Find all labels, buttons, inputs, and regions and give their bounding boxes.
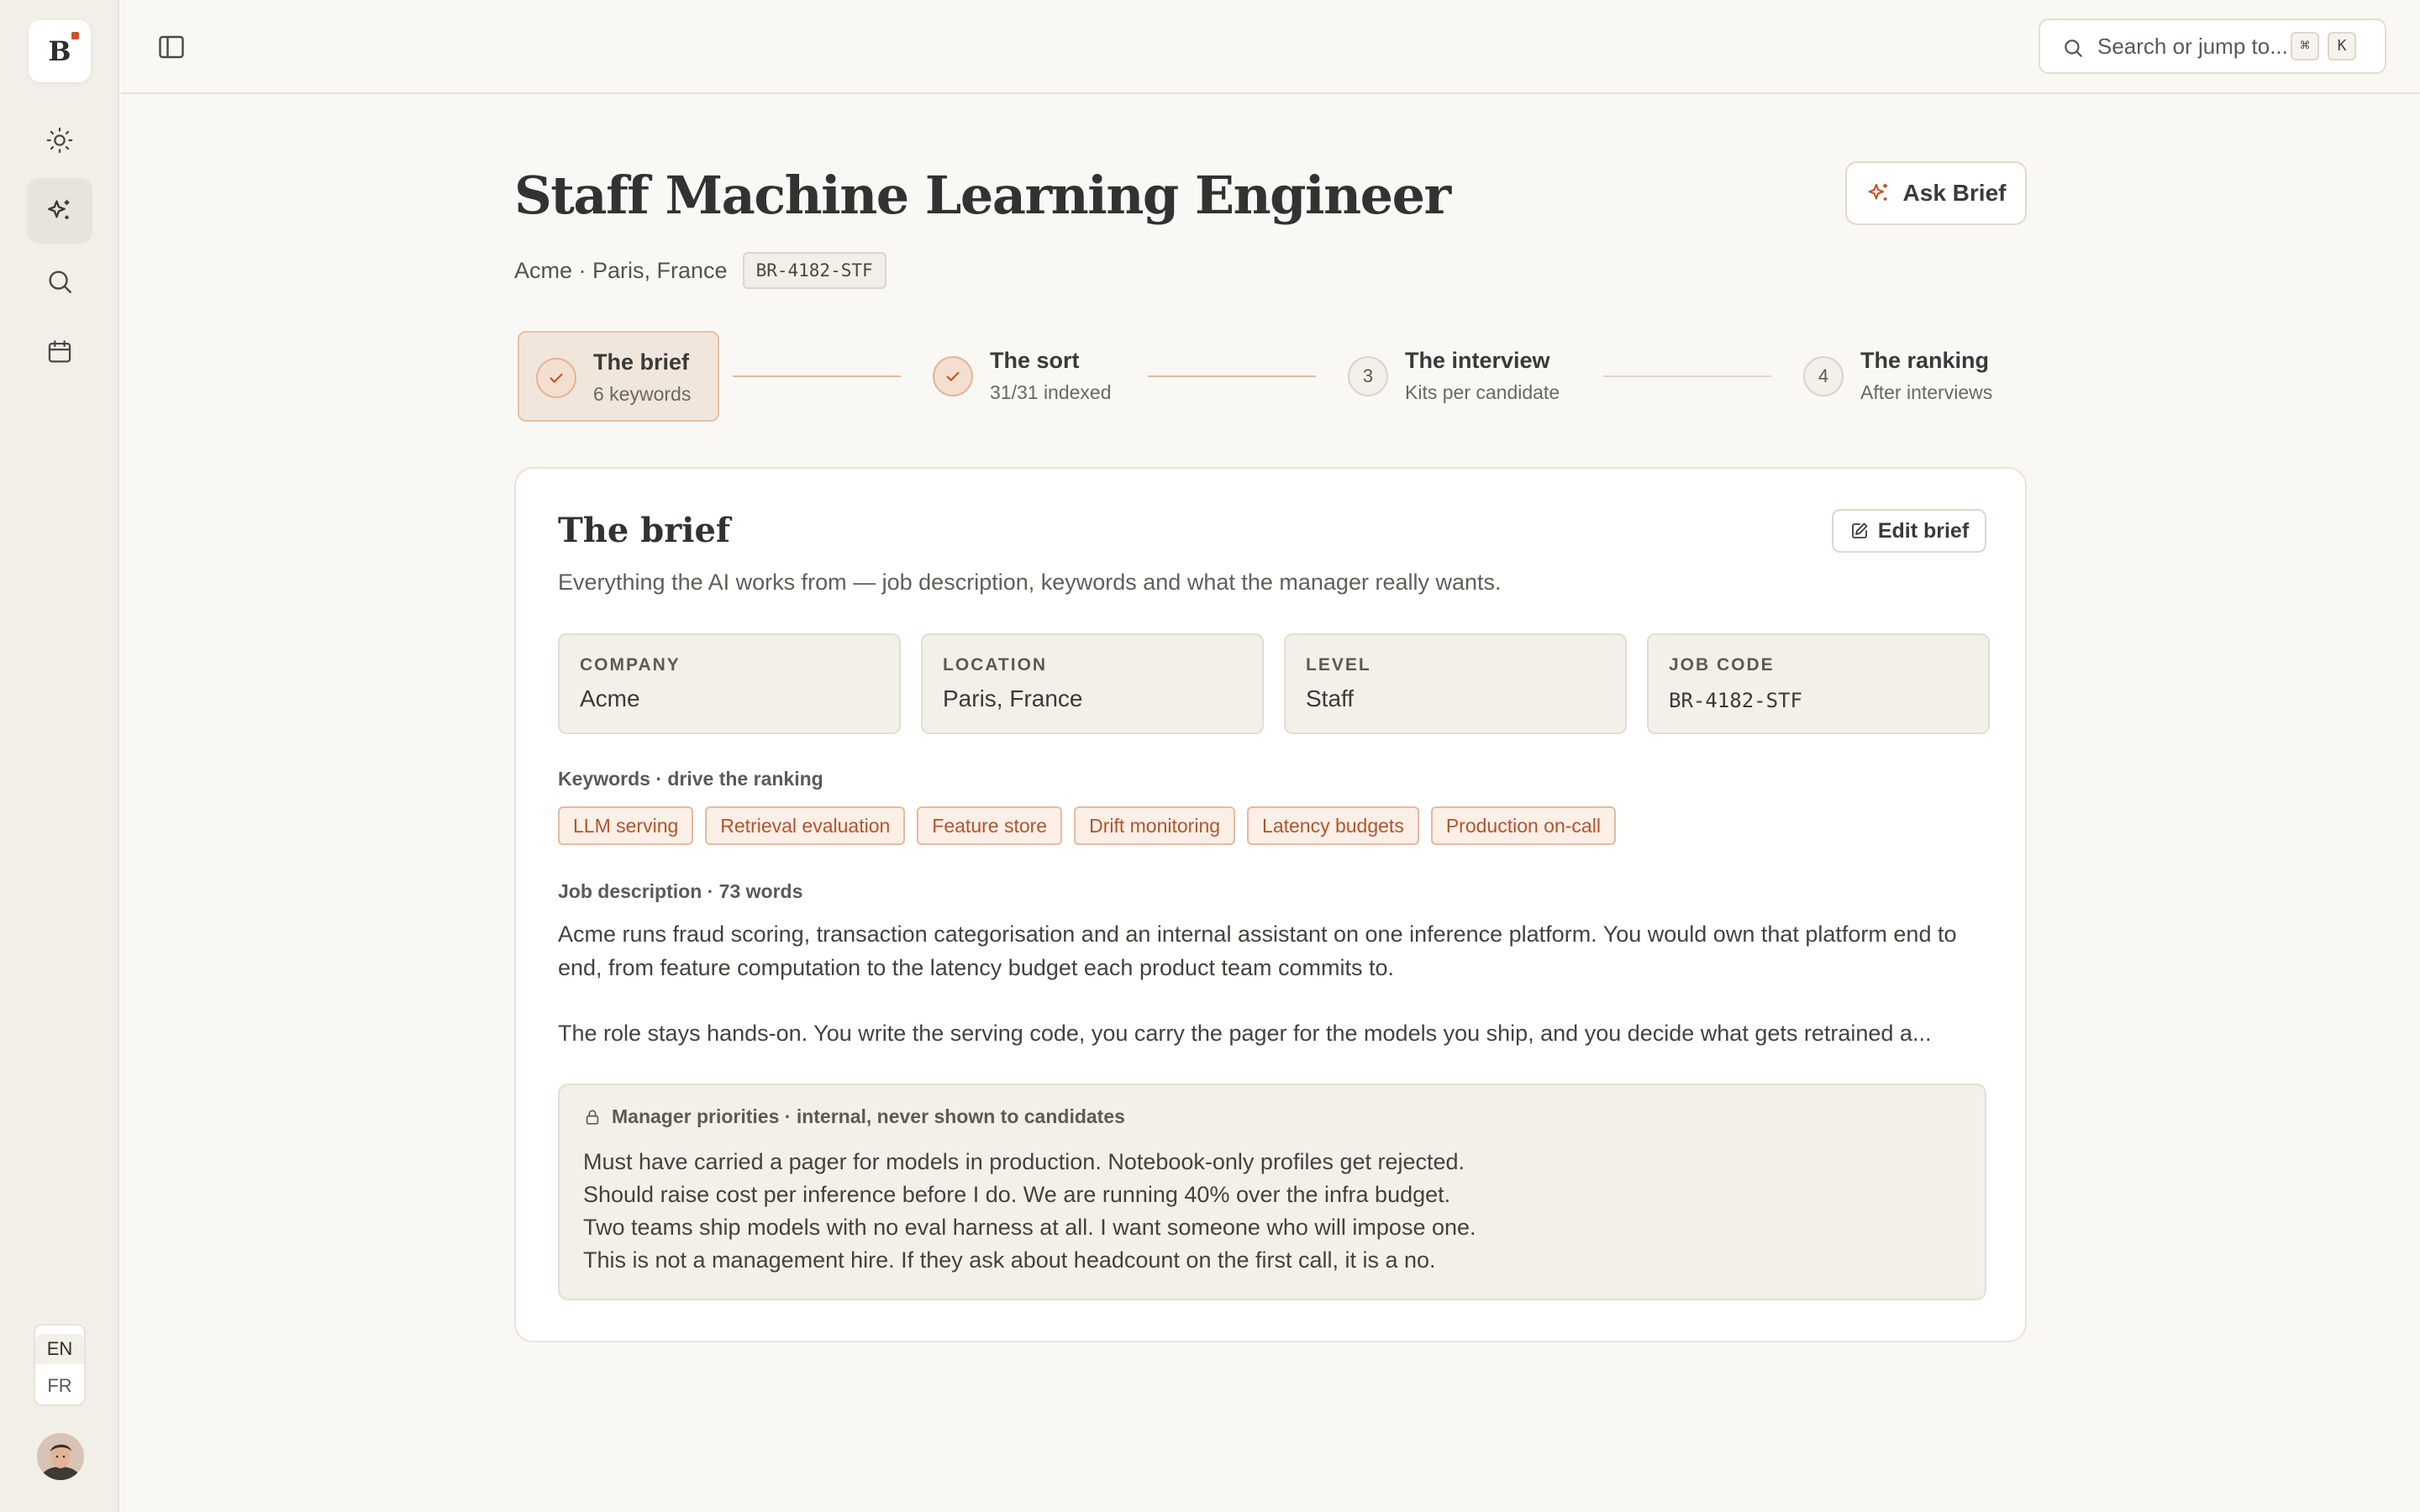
step-number: 3 [1348,356,1388,396]
field-location: LOCATION Paris, France [921,633,1264,734]
step-number: 4 [1803,356,1844,396]
sidebar-panel-icon [159,35,184,59]
check-icon [536,358,576,398]
check-icon [933,356,973,396]
ask-brief-button[interactable]: Ask Brief [1845,161,2027,225]
edit-brief-button[interactable]: Edit brief [1832,509,1986,553]
job-description-label: Job description · 73 words [558,880,803,902]
field-value: Acme [580,685,640,711]
step-subtitle: 31/31 indexed [990,381,1112,403]
global-search-input[interactable]: Search or jump to... ⌘ K [2039,18,2386,74]
brief-title: The brief [558,511,731,550]
field-value: BR-4182-STF [1669,689,1802,712]
search-placeholder: Search or jump to... [2097,34,2288,59]
step-connector [733,375,901,377]
brief-card: The brief Everything the AI works from —… [514,467,2027,1342]
keyword-list: LLM serving Retrieval evaluation Feature… [558,806,1616,845]
step-title: The ranking [1860,348,1990,373]
field-company: COMPANY Acme [558,633,901,734]
sparkles-icon [1868,183,1887,201]
field-label: LOCATION [943,655,1048,675]
language-option-en[interactable]: EN [35,1334,84,1364]
field-label: JOB CODE [1669,655,1775,675]
step-subtitle: After interviews [1860,381,1993,403]
sidebar-item-sparkles[interactable] [27,178,92,244]
edit-icon [1851,522,1868,538]
calendar-icon [48,340,71,363]
language-switcher: EN FR [34,1324,86,1406]
job-description-paragraph: The role stays hands-on. You write the s… [558,1021,1932,1046]
keyword-tag[interactable]: Drift monitoring [1074,806,1236,845]
keyword-tag[interactable]: Retrieval evaluation [705,806,906,845]
sparkles-icon [48,200,70,219]
priority-line: Two teams ship models with no eval harne… [583,1215,1476,1240]
job-meta: Acme · Paris, France BR-4182-STF [514,252,886,289]
manager-priorities: Manager priorities · internal, never sho… [558,1084,1986,1300]
priority-line: This is not a management hire. If they a… [583,1247,1436,1273]
sidebar: B EN FR [0,0,119,1512]
shortcut-key-cmd: ⌘ [2291,32,2319,60]
user-avatar[interactable] [37,1433,84,1480]
edit-brief-label: Edit brief [1877,518,1970,543]
keywords-label: Keywords · drive the ranking [558,768,823,790]
step-connector [1148,375,1316,377]
job-code-badge: BR-4182-STF [742,252,886,289]
search-icon [49,270,71,293]
priorities-label: Manager priorities · internal, never sho… [612,1105,1125,1127]
logo-accent-dot [71,32,79,39]
ask-brief-label: Ask Brief [1902,180,2007,206]
field-level: LEVEL Staff [1284,633,1627,734]
step-title: The sort [990,348,1080,373]
shortcut-key-k: K [2328,32,2356,60]
sidebar-item-sun[interactable] [27,108,92,173]
step-connector [1603,375,1771,377]
field-label: LEVEL [1306,655,1371,675]
step-subtitle: 6 keywords [593,383,692,405]
step-title: The brief [593,349,690,375]
app-logo[interactable]: B [29,20,91,82]
job-description-paragraph: Acme runs fraud scoring, transaction cat… [558,921,1957,980]
search-icon [2065,39,2082,57]
sidebar-item-calendar[interactable] [27,319,92,385]
brief-subtitle: Everything the AI works from — job descr… [558,570,1502,595]
toggle-sidebar-button[interactable] [153,29,190,66]
step-the-sort[interactable]: The sort 31/31 indexed [916,331,1134,422]
language-option-fr[interactable]: FR [35,1371,84,1401]
avatar-portrait [37,1433,84,1480]
step-the-brief[interactable]: The brief 6 keywords [518,331,719,422]
priority-line: Must have carried a pager for models in … [583,1149,1465,1174]
sidebar-item-search[interactable] [27,249,92,314]
keyword-tag[interactable]: Production on-call [1430,806,1616,845]
priorities-header: Manager priorities · internal, never sho… [583,1105,1125,1128]
lock-icon [586,1109,599,1125]
field-value: Staff [1306,685,1355,711]
step-the-ranking[interactable]: 4 The ranking After interviews [1786,331,2030,422]
keyword-tag[interactable]: Latency budgets [1247,806,1419,845]
field-label: COMPANY [580,655,681,675]
company-location: Acme · Paris, France [514,257,728,283]
step-subtitle: Kits per candidate [1405,381,1560,403]
logo-letter: B [48,35,71,67]
step-the-interview[interactable]: 3 The interview Kits per candidate [1331,331,1583,422]
field-job-code: JOB CODE BR-4182-STF [1647,633,1990,734]
priority-line: Should raise cost per inference before I… [583,1182,1451,1207]
keyword-tag[interactable]: Feature store [917,806,1063,845]
top-bar: Search or jump to... ⌘ K [121,0,2420,94]
page-title: Staff Machine Learning Engineer [514,165,1451,226]
field-value: Paris, France [943,685,1083,711]
step-title: The interview [1405,348,1550,373]
keyword-tag[interactable]: LLM serving [558,806,694,845]
sun-icon [46,127,73,154]
